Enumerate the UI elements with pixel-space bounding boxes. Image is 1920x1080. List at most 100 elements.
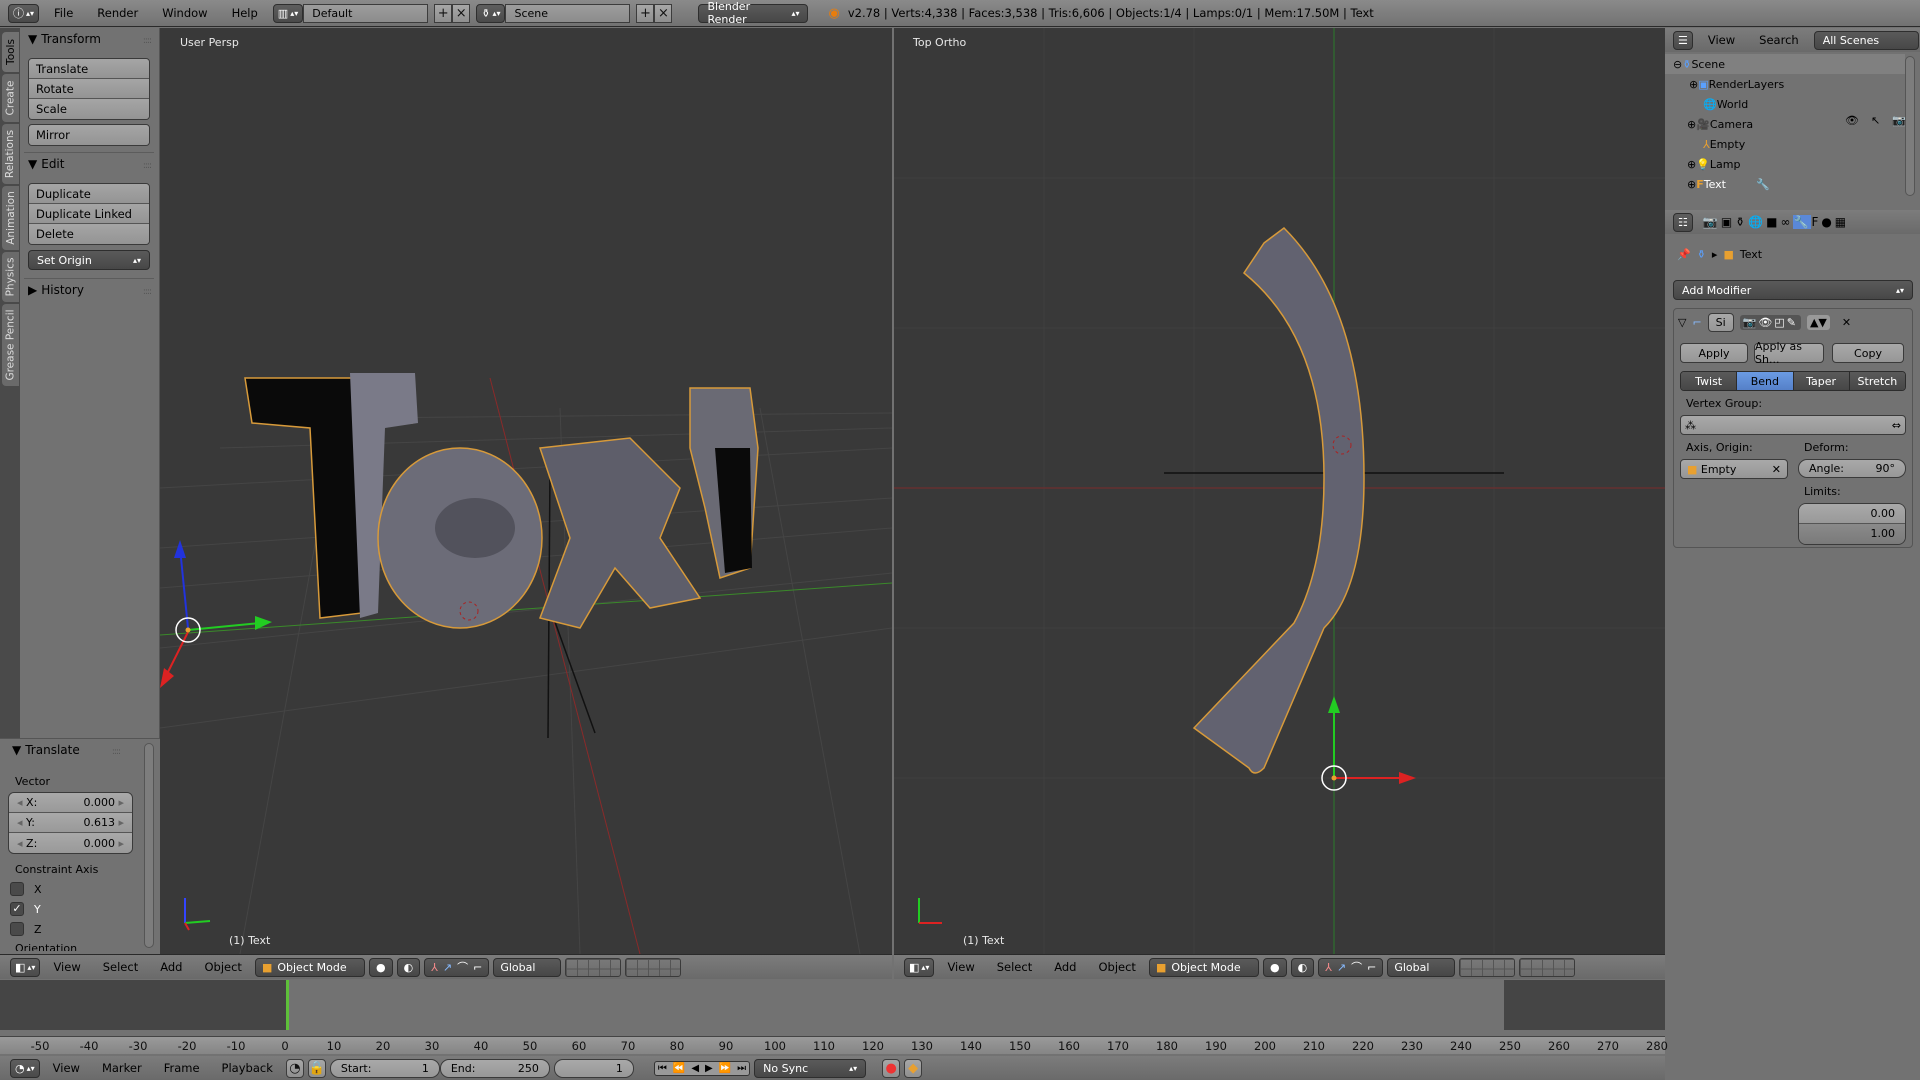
- add-modifier-dropdown[interactable]: Add Modifier ▴▾: [1673, 280, 1913, 300]
- outliner-item-text[interactable]: ⊕ F Text 🔧: [1665, 174, 1905, 194]
- pivot-dropdown[interactable]: ◐: [1290, 957, 1315, 977]
- editor-type-outliner-button[interactable]: ☰: [1673, 30, 1693, 50]
- menu-file[interactable]: File: [45, 6, 82, 20]
- add-layout-button[interactable]: +: [434, 3, 453, 23]
- timeline-menu-view[interactable]: View: [44, 1061, 89, 1075]
- mode-bend[interactable]: Bend: [1737, 372, 1794, 390]
- timeline-ruler[interactable]: -50 -40 -30 -20 -10 0 10 20 30 40 50 60 70 80 90 100 110…: [0, 1036, 1668, 1054]
- modifier-tab-wrench-icon[interactable]: 🔧: [1793, 215, 1812, 229]
- editor-type-timeline-button[interactable]: ◔ ▴▾: [10, 1058, 40, 1078]
- transform-orientation-dropdown[interactable]: Global: [1387, 957, 1456, 977]
- layers-grid-2[interactable]: [625, 957, 682, 977]
- menu-window[interactable]: Window: [153, 6, 216, 20]
- rotate-button[interactable]: Rotate: [29, 79, 149, 99]
- edit-panel-header[interactable]: ▼ Edit: [28, 157, 64, 171]
- translate-redo-header[interactable]: ▼ Translate: [12, 743, 80, 757]
- outliner-item-scene[interactable]: ⊖ ⚱ Scene: [1665, 54, 1905, 74]
- pin-icon[interactable]: 📌: [1677, 248, 1691, 261]
- outliner-menu-search[interactable]: Search: [1750, 33, 1808, 47]
- menu-view[interactable]: View: [44, 960, 89, 974]
- mode-taper[interactable]: Taper: [1793, 372, 1850, 390]
- tab-relations[interactable]: Relations: [2, 124, 19, 184]
- play-icon[interactable]: ▶: [702, 1062, 716, 1075]
- scale-button[interactable]: Scale: [29, 99, 149, 119]
- editor-type-3dview-button[interactable]: ◧ ▴▾: [904, 957, 935, 977]
- screen-layout-selector[interactable]: ▥ ▴▾: [272, 3, 304, 23]
- panel-grip-icon[interactable]: ::::: [143, 161, 152, 171]
- menu-render[interactable]: Render: [88, 6, 147, 20]
- shading-dropdown[interactable]: ●: [368, 957, 393, 977]
- vertex-group-field[interactable]: ⁂ ⇔: [1680, 415, 1906, 435]
- panel-grip-icon[interactable]: ::::: [112, 747, 121, 757]
- mirror-button[interactable]: Mirror: [29, 125, 149, 145]
- delete-layout-button[interactable]: ×: [452, 3, 471, 23]
- play-reverse-icon[interactable]: ◀: [688, 1062, 702, 1075]
- menu-object[interactable]: Object: [1089, 960, 1144, 974]
- layers-grid-1[interactable]: [565, 957, 622, 977]
- constraint-z-checkbox[interactable]: Z: [10, 922, 42, 936]
- editor-type-properties-button[interactable]: ☷: [1673, 212, 1693, 232]
- outliner-display-mode-dropdown[interactable]: All Scenes: [1813, 30, 1919, 50]
- timeline-area[interactable]: [0, 980, 1665, 1030]
- current-frame-field[interactable]: 1: [553, 1058, 634, 1078]
- tab-physics[interactable]: Physics: [2, 252, 19, 302]
- axis-origin-field[interactable]: ■ Empty ✕: [1680, 459, 1788, 479]
- record-icon[interactable]: ●: [882, 1058, 901, 1078]
- layers-grid-1[interactable]: [1459, 957, 1516, 977]
- tab-animation[interactable]: Animation: [2, 186, 19, 250]
- delete-button[interactable]: Delete: [29, 224, 149, 244]
- use-preview-range-icon[interactable]: ◔: [285, 1058, 304, 1078]
- menu-add[interactable]: Add: [151, 960, 191, 974]
- apply-as-shape-button[interactable]: Apply as Sh...: [1754, 340, 1824, 366]
- duplicate-linked-button[interactable]: Duplicate Linked: [29, 204, 149, 224]
- layers-grid-2[interactable]: [1519, 957, 1576, 977]
- manipulator-toggles[interactable]: ⅄ ↗ ⌒ ⌐: [1318, 957, 1384, 977]
- shading-dropdown[interactable]: ●: [1262, 957, 1287, 977]
- transform-orientation-dropdown[interactable]: Global: [493, 957, 562, 977]
- duplicate-button[interactable]: Duplicate: [29, 184, 149, 204]
- scene-name-field[interactable]: Scene: [505, 3, 631, 23]
- outliner-item-lamp[interactable]: ⊕ 💡 Lamp: [1665, 154, 1905, 174]
- set-origin-dropdown[interactable]: Set Origin ▴▾: [28, 250, 150, 270]
- redo-scrollbar[interactable]: [144, 743, 154, 948]
- limit-max-field[interactable]: 1.00: [1799, 524, 1905, 544]
- viewport-user-persp[interactable]: User Persp (1) Text: [160, 28, 892, 954]
- vector-y-field[interactable]: ◂ Y: 0.613 ▸: [9, 813, 132, 833]
- render-engine-dropdown[interactable]: Blender Render ▴▾: [698, 0, 809, 26]
- constraint-y-checkbox[interactable]: ✓ Y: [10, 902, 41, 916]
- prev-keyframe-icon[interactable]: ⏪: [670, 1062, 688, 1075]
- layout-name-field[interactable]: Default: [303, 3, 429, 23]
- current-frame-indicator[interactable]: [286, 980, 289, 1030]
- menu-add[interactable]: Add: [1045, 960, 1085, 974]
- clear-field-close-icon[interactable]: ✕: [1772, 463, 1781, 476]
- tab-grease-pencil[interactable]: Grease Pencil: [2, 304, 19, 386]
- tab-tools[interactable]: Tools: [2, 32, 19, 72]
- transform-manipulator[interactable]: [160, 540, 272, 688]
- mode-stretch[interactable]: Stretch: [1849, 372, 1905, 390]
- start-frame-field[interactable]: Start: 1: [329, 1058, 440, 1078]
- viewport-top-ortho[interactable]: Top Ortho (1) Text: [894, 28, 1665, 954]
- vector-z-field[interactable]: ◂ Z: 0.000 ▸: [9, 833, 132, 853]
- sync-mode-dropdown[interactable]: No Sync ▴▾: [754, 1058, 867, 1078]
- tab-create[interactable]: Create: [2, 74, 19, 122]
- jump-start-icon[interactable]: ⏮: [655, 1062, 670, 1075]
- delete-scene-button[interactable]: ×: [654, 3, 673, 23]
- next-keyframe-icon[interactable]: ⏩: [716, 1062, 734, 1075]
- outliner-menu-view[interactable]: View: [1699, 33, 1744, 47]
- manipulator-toggles[interactable]: ⅄ ↗ ⌒ ⌐: [424, 957, 490, 977]
- modifier-visibility-toggles[interactable]: 📷👁◰✎: [1739, 315, 1801, 330]
- panel-grip-icon[interactable]: ::::: [143, 36, 152, 46]
- menu-select[interactable]: Select: [94, 960, 147, 974]
- lock-range-icon[interactable]: 🔒: [307, 1058, 326, 1078]
- interaction-mode-dropdown[interactable]: ■ Object Mode: [254, 957, 365, 977]
- modifier-move-buttons[interactable]: ▲▼: [1806, 315, 1830, 330]
- mode-twist[interactable]: Twist: [1681, 372, 1738, 390]
- remove-modifier-close-icon[interactable]: ✕: [1842, 316, 1851, 329]
- history-panel-header[interactable]: ▶ History: [28, 283, 84, 297]
- interaction-mode-dropdown[interactable]: ■ Object Mode: [1148, 957, 1259, 977]
- menu-object[interactable]: Object: [195, 960, 250, 974]
- transform-panel-header[interactable]: ▼ Transform: [28, 32, 101, 46]
- transform-manipulator[interactable]: [1321, 696, 1416, 791]
- outliner-item-empty[interactable]: ⅄ Empty: [1665, 134, 1905, 154]
- timeline-menu-frame[interactable]: Frame: [155, 1061, 209, 1075]
